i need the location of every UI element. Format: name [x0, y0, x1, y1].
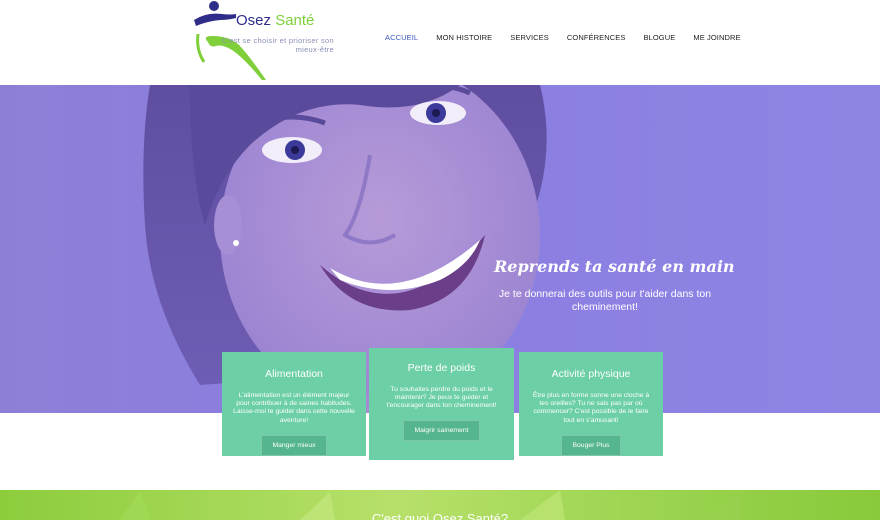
nav-item-blogue[interactable]: BLOGUE	[644, 33, 676, 42]
site-header: Osez Santé C'est se choisir et prioriser…	[0, 0, 880, 85]
logo-title-part2: Santé	[275, 12, 315, 29]
hero-subtitle: Je te donnerai des outils pour t'aider d…	[498, 288, 712, 313]
card-activite-physique: Activité physique Être plus en forme son…	[519, 352, 663, 456]
card-title: Perte de poids	[407, 362, 476, 374]
page: Osez Santé C'est se choisir et prioriser…	[0, 0, 880, 520]
manger-mieux-button[interactable]: Manger mieux	[261, 434, 327, 456]
card-perte-de-poids: Perte de poids Tu souhaites perdre du po…	[369, 348, 514, 460]
maigrir-sainement-button[interactable]: Maigrir sainement	[403, 419, 480, 441]
section-title: C'est quoi Osez Santé?	[371, 511, 509, 520]
logo-title: Osez Santé	[236, 12, 314, 29]
bouger-plus-button[interactable]: Bouger Plus	[561, 434, 621, 456]
card-text: L'alimentation est un élément majeur pou…	[233, 392, 355, 424]
nav-item-conferences[interactable]: CONFÉRENCES	[567, 33, 626, 42]
about-section-band: C'est quoi Osez Santé?	[0, 490, 880, 520]
logo-title-part1: Osez	[236, 12, 272, 29]
logo-tagline: C'est se choisir et prioriser son mieux-…	[221, 36, 334, 54]
nav-item-accueil[interactable]: ACCUEIL	[385, 33, 418, 42]
hero-title: Reprends ta santé en main	[494, 257, 735, 276]
nav-item-mon-histoire[interactable]: MON HISTOIRE	[436, 33, 492, 42]
card-alimentation: Alimentation L'alimentation est un éléme…	[222, 352, 366, 456]
card-text: Tu souhaites perdre du poids et le maint…	[386, 386, 497, 410]
main-nav: ACCUEIL MON HISTOIRE SERVICES CONFÉRENCE…	[385, 33, 759, 42]
nav-item-services[interactable]: SERVICES	[510, 33, 549, 42]
nav-item-me-joindre[interactable]: ME JOINDRE	[693, 33, 740, 42]
osez-sante-logo[interactable]: Osez Santé C'est se choisir et prioriser…	[192, 0, 342, 82]
card-title: Alimentation	[265, 368, 323, 380]
card-text: Être plus en forme sonne une cloche à te…	[532, 392, 650, 424]
card-title: Activité physique	[551, 368, 631, 380]
